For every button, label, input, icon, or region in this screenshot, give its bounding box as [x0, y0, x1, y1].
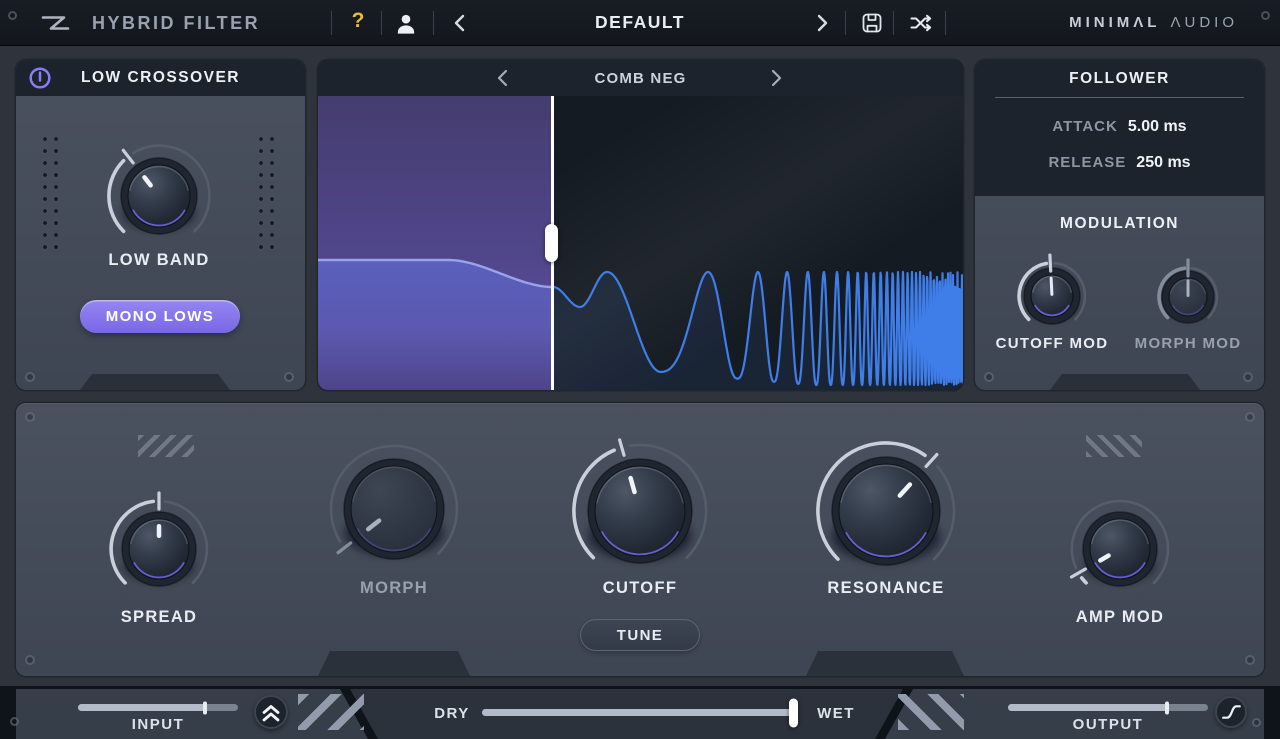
help-button[interactable]: ?	[348, 9, 368, 33]
divider	[845, 11, 846, 35]
cutoff-label: CUTOFF	[602, 579, 678, 597]
divider	[893, 11, 894, 35]
slider-fill	[1008, 704, 1168, 711]
release-label: RELEASE	[1048, 154, 1127, 171]
filter-visualizer-panel: COMB NEG	[318, 60, 963, 390]
soft-clip-button[interactable]	[1215, 696, 1247, 728]
morph-mod-knob[interactable]	[1145, 254, 1231, 345]
low-crossover-panel: LOW CROSSOVER LOW BAND MONO LOWS	[16, 60, 305, 390]
next-filter-icon[interactable]	[765, 65, 787, 91]
follower-title: FOLLOWER	[1069, 70, 1170, 87]
release-row: RELEASE 250 ms	[975, 154, 1264, 172]
cutoff-mod-label: CUTOFF MOD	[995, 335, 1109, 352]
hatch-decoration	[138, 435, 194, 457]
slider-fill	[78, 704, 206, 711]
resonance-label: RESONANCE	[827, 579, 945, 597]
plugin-window: HYBRID FILTER ? DEFAULT MINIMΛL ΛUDIO LO…	[0, 0, 1280, 739]
title-bar: HYBRID FILTER ? DEFAULT MINIMΛL ΛUDIO	[0, 0, 1280, 46]
wet-label: WET	[817, 705, 855, 722]
slider-handle[interactable]	[1164, 701, 1169, 714]
follower-section: FOLLOWER ATTACK 5.00 ms RELEASE 250 ms	[975, 60, 1264, 196]
input-gain-slider[interactable]	[78, 701, 238, 714]
minimal-audio-logo-icon	[34, 11, 76, 35]
screw	[284, 372, 294, 382]
low-crossover-header: LOW CROSSOVER	[16, 60, 305, 96]
screw	[984, 372, 994, 382]
screw	[25, 655, 35, 665]
divider	[433, 11, 434, 35]
morph-knob[interactable]	[317, 432, 471, 591]
screw	[1245, 412, 1255, 422]
prev-filter-icon[interactable]	[492, 65, 514, 91]
dry-wet-slider[interactable]	[482, 698, 798, 727]
hatch-decoration	[298, 694, 364, 730]
save-preset-icon[interactable]	[858, 11, 886, 35]
brand-secondary: ΛUDIO	[1170, 14, 1238, 31]
output-label: OUTPUT	[1072, 716, 1144, 733]
prev-preset-icon[interactable]	[448, 10, 472, 36]
app-title: HYBRID FILTER	[92, 13, 261, 33]
slider-handle[interactable]	[789, 698, 798, 727]
cutoff-mod-knob[interactable]	[1005, 249, 1099, 348]
attack-label: ATTACK	[1052, 118, 1118, 135]
filter-type-name: COMB NEG	[594, 69, 687, 87]
follower-modulation-panel: FOLLOWER ATTACK 5.00 ms RELEASE 250 ms M…	[975, 60, 1264, 390]
screw	[1245, 655, 1255, 665]
mono-lows-button[interactable]: MONO LOWS	[80, 300, 240, 333]
vent-dots	[258, 136, 279, 254]
amp-mod-label: AMP MOD	[1075, 608, 1165, 626]
expand-button[interactable]	[254, 695, 288, 729]
morph-label: MORPH	[360, 579, 428, 597]
panel-notch	[806, 651, 964, 676]
divider	[381, 11, 382, 35]
screw	[1252, 718, 1261, 727]
attack-row: ATTACK 5.00 ms	[975, 118, 1264, 136]
main-controls-panel: SPREAD MORPH CUTOFF RESONANCE AMP MOD TU…	[16, 403, 1264, 676]
release-value[interactable]: 250 ms	[1136, 154, 1190, 172]
vent-dots	[42, 136, 63, 254]
screw	[8, 11, 17, 20]
panel-notch	[1050, 374, 1200, 390]
resonance-knob[interactable]	[804, 429, 968, 598]
tune-button[interactable]: TUNE	[580, 619, 700, 651]
input-label: INPUT	[131, 716, 185, 733]
divider	[945, 11, 946, 35]
power-icon[interactable]	[27, 65, 53, 91]
brand-primary: MINIMΛL	[1069, 14, 1161, 31]
cutoff-knob[interactable]	[560, 431, 720, 596]
io-footer: INPUT DRY WET OUTPUT	[0, 686, 1280, 739]
dry-label: DRY	[434, 705, 470, 722]
panel-notch	[80, 374, 230, 390]
divider	[995, 97, 1244, 98]
low-band-label: LOW BAND	[108, 251, 210, 269]
crossover-handle[interactable]	[545, 224, 558, 262]
screw	[1261, 11, 1270, 20]
next-preset-icon[interactable]	[810, 10, 834, 36]
slider-fill	[482, 709, 798, 716]
spread-label: SPREAD	[120, 608, 198, 626]
panel-title: LOW CROSSOVER	[80, 69, 240, 86]
brand-logo: MINIMΛL ΛUDIO	[1069, 14, 1238, 31]
hatch-decoration	[1086, 435, 1142, 457]
randomize-icon[interactable]	[906, 11, 936, 35]
low-band-knob[interactable]	[95, 132, 223, 265]
slider-handle[interactable]	[202, 701, 207, 714]
screw	[25, 372, 35, 382]
output-gain-slider[interactable]	[1008, 701, 1208, 714]
filter-response-graph	[318, 96, 963, 390]
preset-name[interactable]: DEFAULT	[595, 12, 685, 33]
modulation-title: MODULATION	[1060, 215, 1179, 232]
amp-mod-knob[interactable]	[1058, 487, 1182, 616]
divider	[331, 11, 332, 35]
screw	[10, 717, 19, 726]
spread-knob[interactable]	[97, 487, 221, 616]
hatch-decoration	[898, 694, 964, 730]
attack-value[interactable]: 5.00 ms	[1128, 118, 1187, 136]
screw	[1243, 372, 1253, 382]
screw	[25, 412, 35, 422]
morph-mod-label: MORPH MOD	[1134, 335, 1242, 352]
filter-type-header: COMB NEG	[318, 60, 963, 96]
panel-notch	[318, 651, 470, 676]
user-account-icon[interactable]	[392, 11, 420, 35]
